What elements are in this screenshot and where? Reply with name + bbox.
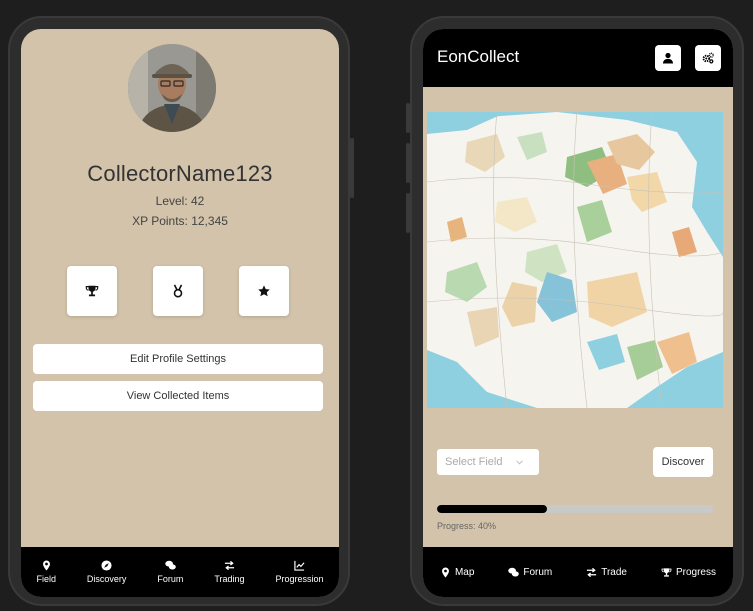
cogs-icon (702, 52, 714, 64)
phone-side-button (350, 138, 354, 198)
nav-label: Discovery (86, 574, 127, 584)
view-collected-button[interactable]: View Collected Items (33, 381, 323, 411)
map-phone: EonCollect Select Field Discover Progres… (406, 16, 744, 606)
bottom-nav: Map Forum Trade Progress (423, 547, 733, 597)
progress-text: Progress: 40% (437, 521, 497, 531)
nav-label: Progression (275, 574, 324, 584)
exchange-icon (224, 560, 235, 571)
nav-forum[interactable]: Forum (508, 567, 552, 578)
progress-fill (437, 505, 548, 513)
nav-label: Field (36, 574, 56, 584)
nav-discovery[interactable]: Discovery (86, 560, 127, 584)
username: CollectorName123 (87, 161, 273, 186)
nav-progression[interactable]: Progression (275, 560, 323, 584)
nav-label: Trade (601, 566, 627, 578)
nav-label: Map (454, 566, 475, 578)
level-text: Level: 42 (155, 194, 205, 208)
exchange-icon (587, 567, 597, 577)
phone-side-button (406, 103, 410, 133)
profile-button[interactable] (655, 45, 681, 71)
nav-trade[interactable]: Trade (586, 567, 627, 578)
field-select[interactable]: Select Field (437, 449, 539, 475)
trophy-button[interactable] (67, 266, 117, 316)
user-icon (663, 52, 673, 64)
medal-icon (173, 284, 183, 298)
nav-label: Forum (523, 566, 553, 578)
world-map-image (427, 112, 723, 408)
map-screen: EonCollect Select Field Discover Progres… (423, 29, 733, 597)
medal-button[interactable] (153, 266, 203, 316)
app-title: EonCollect (437, 47, 520, 66)
nav-map[interactable]: Map (440, 567, 474, 578)
comments-icon (508, 567, 520, 576)
profile-phone: CollectorName123 Level: 42 XP Points: 12… (8, 16, 354, 606)
field-select-placeholder: Select Field (445, 456, 503, 468)
map-pin-icon (441, 566, 449, 578)
xp-text: XP Points: 12,345 (132, 214, 228, 228)
comments-icon (165, 560, 176, 570)
compass-icon (101, 560, 112, 571)
star-icon (258, 285, 270, 297)
world-map[interactable] (427, 112, 723, 408)
discover-button[interactable]: Discover (653, 447, 713, 477)
trophy-icon (85, 285, 99, 297)
star-button[interactable] (239, 266, 289, 316)
nav-forum[interactable]: Forum (157, 560, 183, 584)
chevron-down-icon (516, 459, 524, 465)
app-header: EonCollect (423, 29, 733, 87)
edit-profile-button[interactable]: Edit Profile Settings (33, 344, 323, 374)
phone-side-button (406, 193, 410, 233)
nav-progress[interactable]: Progress (661, 567, 716, 578)
settings-button[interactable] (695, 45, 721, 71)
nav-label: Progress (675, 566, 716, 578)
nav-label: Trading (214, 574, 245, 584)
trophy-icon (661, 567, 672, 577)
progress-bar (437, 505, 713, 513)
nav-trading[interactable]: Trading (214, 560, 245, 584)
chart-icon (294, 560, 305, 571)
bottom-nav: Field Discovery Forum Trading Progressio… (21, 547, 339, 597)
profile-screen: CollectorName123 Level: 42 XP Points: 12… (21, 29, 339, 597)
phone-side-button (406, 143, 410, 183)
nav-field[interactable]: Field (36, 560, 56, 584)
map-pin-icon (42, 560, 50, 571)
nav-label: Forum (157, 574, 184, 584)
avatar[interactable] (128, 44, 216, 132)
